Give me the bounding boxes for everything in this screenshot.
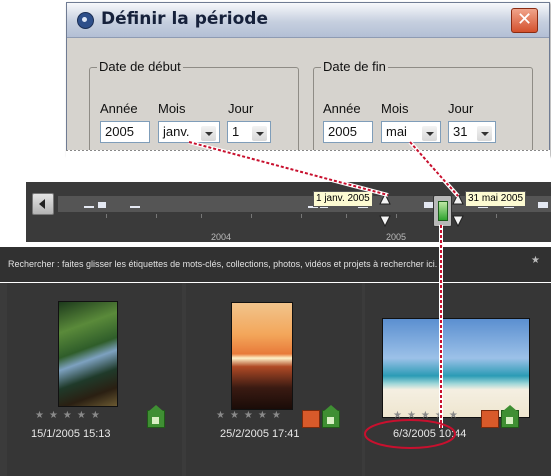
dialog-title: Définir la période [101, 9, 268, 29]
start-year-label: Année [100, 101, 138, 116]
end-month-label: Mois [381, 101, 409, 116]
star-icon: ★ [531, 255, 540, 266]
start-day-value: 1 [232, 124, 240, 139]
timeline-tick [201, 214, 202, 218]
photo-date: 25/2/2005 17:41 [220, 428, 300, 440]
photo-cell[interactable]: ★★★★★ 6/3/2005 10:44 [365, 283, 551, 476]
timeline-tick [156, 214, 157, 218]
dialog-title-bar[interactable]: Définir la période ✕ [67, 3, 549, 38]
end-month-value: mai [386, 124, 407, 139]
photo-date: 15/1/2005 15:13 [31, 428, 111, 440]
house-tag-icon [322, 405, 340, 428]
start-date-callout: 1 janv. 2005 [313, 191, 373, 207]
end-day-select[interactable]: 31 [448, 121, 496, 143]
timeline-tick [301, 214, 302, 218]
timeline-bar [538, 202, 548, 208]
timeline-bar [84, 206, 94, 208]
end-month-select[interactable]: mai [381, 121, 441, 143]
app-icon [77, 12, 94, 29]
orange-tag-icon [481, 410, 499, 428]
timeline-year-label: 2004 [211, 232, 232, 242]
house-tag-icon [147, 405, 165, 428]
end-range-marker[interactable] [452, 192, 464, 205]
dialog-cut-edge [66, 150, 550, 160]
beach-photo[interactable] [383, 319, 529, 417]
sunset-photo[interactable] [232, 303, 292, 409]
start-range-marker[interactable] [379, 192, 391, 205]
set-period-dialog: Définir la période ✕ Date de début Année… [66, 2, 550, 159]
start-month-value: janv. [163, 124, 190, 139]
rating-stars[interactable]: ★★★★★ [35, 410, 105, 421]
start-month-select[interactable]: janv. [158, 121, 220, 143]
rating-stars[interactable]: ★★★★★ [393, 410, 463, 421]
photo-cell[interactable]: ★★★★★ 15/1/2005 15:13 [7, 283, 182, 476]
close-button[interactable]: ✕ [511, 8, 538, 33]
close-icon: ✕ [517, 9, 533, 30]
timeline-year-label: 2005 [386, 232, 407, 242]
end-date-legend: Date de fin [321, 59, 388, 74]
chevron-down-icon[interactable] [201, 126, 216, 141]
start-day-select[interactable]: 1 [227, 121, 271, 143]
search-hint: Rechercher : faites glisser les étiquett… [8, 259, 438, 269]
chevron-down-icon[interactable] [477, 126, 492, 141]
start-year-input[interactable]: 2005 [100, 121, 150, 143]
rating-stars[interactable]: ★★★★★ [216, 410, 286, 421]
timeline-tick [106, 214, 107, 218]
chevron-down-icon[interactable] [422, 126, 437, 141]
end-year-input[interactable]: 2005 [323, 121, 373, 143]
photo-grid: ★★★★★ 15/1/2005 15:13 ★★★★★ 25/2/2005 17… [0, 283, 551, 476]
timeline-tick [251, 214, 252, 218]
timeline-bar [130, 206, 140, 208]
photo-cell[interactable]: ★★★★★ 25/2/2005 17:41 [186, 283, 362, 476]
start-range-marker-bottom[interactable] [379, 215, 391, 228]
timeline-tick [496, 214, 497, 218]
end-year-label: Année [323, 101, 361, 116]
timeline-scroll-left-button[interactable] [32, 193, 54, 215]
end-day-label: Jour [448, 101, 474, 116]
start-date-legend: Date de début [97, 59, 183, 74]
chevron-down-icon[interactable] [252, 126, 267, 141]
photo-date: 6/3/2005 10:44 [393, 428, 467, 440]
end-day-value: 31 [453, 124, 468, 139]
waterfall-photo[interactable] [59, 302, 117, 406]
start-day-label: Jour [228, 101, 254, 116]
end-range-marker-bottom[interactable] [452, 215, 464, 228]
end-date-callout: 31 mai 2005 [465, 191, 527, 207]
start-month-label: Mois [158, 101, 186, 116]
range-marker-shapes[interactable] [375, 190, 465, 230]
timeline-bar [98, 202, 106, 208]
search-drop-bar[interactable]: Rechercher : faites glisser les étiquett… [0, 247, 551, 282]
timeline-tick [346, 214, 347, 218]
house-tag-icon [501, 405, 519, 428]
orange-tag-icon [302, 410, 320, 428]
